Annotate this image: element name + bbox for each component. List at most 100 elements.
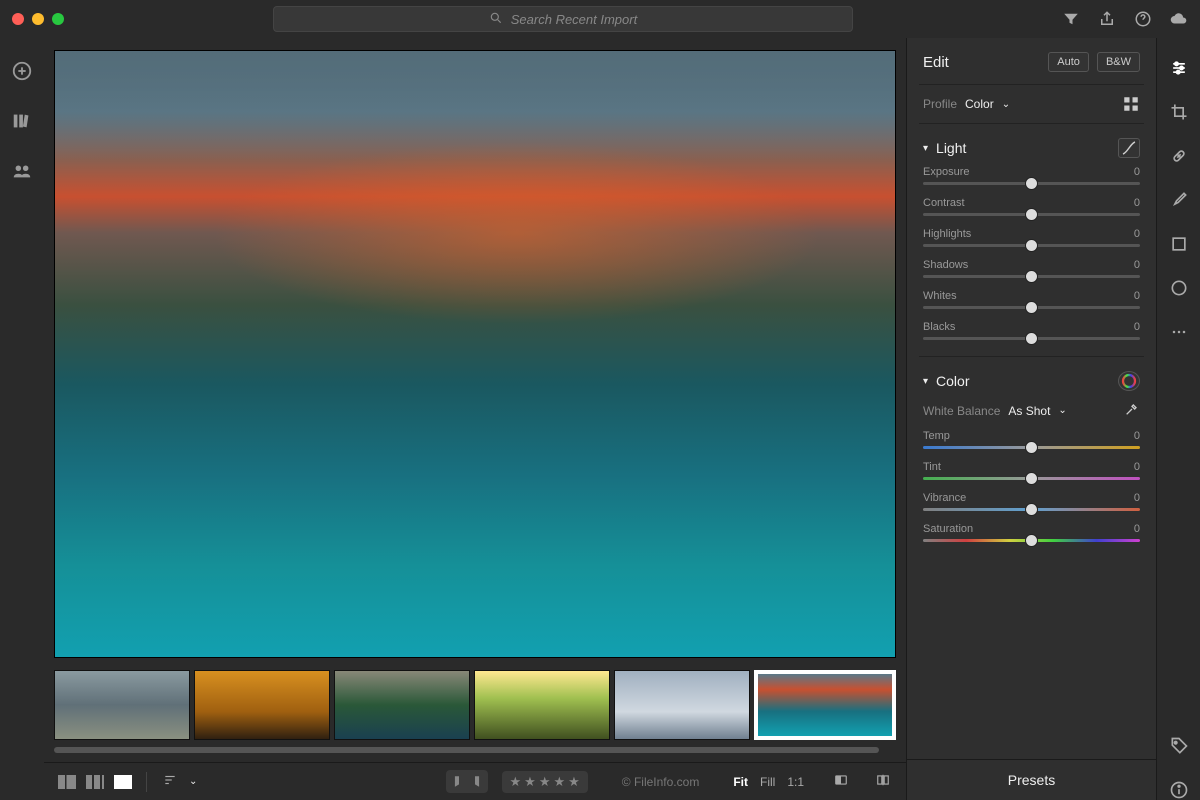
help-icon[interactable]: [1134, 10, 1152, 28]
show-original-icon[interactable]: [832, 773, 850, 790]
slider-label: Exposure: [923, 166, 969, 178]
slider-label: Temp: [923, 430, 950, 442]
slider-track[interactable]: [923, 182, 1140, 185]
detail-view-icon[interactable]: [114, 775, 132, 789]
grid-view-icon[interactable]: [58, 775, 76, 789]
flag-reject-icon[interactable]: [468, 773, 482, 790]
profile-value[interactable]: Color: [965, 97, 994, 111]
slider-track[interactable]: [923, 539, 1140, 542]
cloud-icon[interactable]: [1170, 10, 1188, 28]
compare-icon[interactable]: [874, 773, 892, 790]
thumbnail[interactable]: [334, 670, 470, 740]
star-icon[interactable]: ★: [539, 774, 551, 790]
color-section-toggle[interactable]: ▾ Color: [923, 365, 1140, 397]
filmstrip: [44, 664, 906, 762]
chevron-down-icon[interactable]: ⌄: [1058, 405, 1066, 416]
zoom-fit[interactable]: Fit: [733, 775, 748, 789]
light-section-toggle[interactable]: ▾ Light: [923, 132, 1140, 164]
thumbnail[interactable]: [54, 670, 190, 740]
slider-row: Temp 0: [923, 428, 1140, 459]
slider-knob[interactable]: [1025, 503, 1038, 516]
slider-track[interactable]: [923, 275, 1140, 278]
slider-row: Blacks0: [923, 319, 1140, 350]
slider-value: 0: [1134, 290, 1140, 302]
sort-icon[interactable]: [161, 773, 179, 790]
edit-tool-icon[interactable]: [1169, 58, 1189, 78]
slider-track[interactable]: [923, 337, 1140, 340]
auto-button[interactable]: Auto: [1048, 52, 1089, 72]
slider-knob[interactable]: [1025, 270, 1038, 283]
more-icon[interactable]: [1169, 322, 1189, 342]
slider-value: 0: [1134, 197, 1140, 209]
thumbnail[interactable]: [194, 670, 330, 740]
zoom-1to1[interactable]: 1:1: [787, 775, 804, 789]
crop-tool-icon[interactable]: [1169, 102, 1189, 122]
star-icon[interactable]: ★: [553, 774, 565, 790]
panel-title: Edit: [923, 54, 1040, 71]
slider-knob[interactable]: [1025, 332, 1038, 345]
slider-value: 0: [1134, 430, 1140, 442]
star-icon[interactable]: ★: [510, 774, 522, 790]
slider-knob[interactable]: [1025, 534, 1038, 547]
section-title: Light: [936, 140, 1110, 156]
thumbnail[interactable]: [474, 670, 610, 740]
minimize-window-button[interactable]: [32, 13, 44, 25]
thumbnail-selected[interactable]: [754, 670, 896, 740]
star-icon[interactable]: ★: [524, 774, 536, 790]
keywords-icon[interactable]: [1169, 736, 1189, 756]
my-photos-icon[interactable]: [11, 110, 33, 132]
color-mixer-icon[interactable]: [1118, 371, 1140, 391]
slider-row: Tint0: [923, 459, 1140, 490]
search-icon: [489, 11, 503, 28]
filmstrip-scrollbar[interactable]: [54, 744, 896, 756]
slider-track[interactable]: [923, 508, 1140, 511]
profile-browser-icon[interactable]: [1122, 95, 1140, 113]
share-icon[interactable]: [1098, 10, 1116, 28]
slider-track[interactable]: [923, 244, 1140, 247]
chevron-down-icon[interactable]: ⌄: [1002, 99, 1010, 110]
star-icon[interactable]: ★: [568, 774, 580, 790]
slider-knob[interactable]: [1025, 208, 1038, 221]
info-icon[interactable]: [1169, 780, 1189, 800]
slider-knob[interactable]: [1025, 472, 1038, 485]
slider-knob[interactable]: [1025, 441, 1038, 454]
slider-value: 0: [1134, 166, 1140, 178]
sharing-icon[interactable]: [11, 160, 33, 182]
flag-pick-icon[interactable]: [452, 773, 466, 790]
flag-buttons[interactable]: [446, 770, 488, 793]
zoom-fill[interactable]: Fill: [760, 775, 775, 789]
add-photos-icon[interactable]: [11, 60, 33, 82]
tone-curve-icon[interactable]: [1118, 138, 1140, 158]
healing-tool-icon[interactable]: [1169, 146, 1189, 166]
slider-knob[interactable]: [1025, 239, 1038, 252]
slider-row: Saturation0: [923, 521, 1140, 552]
close-window-button[interactable]: [12, 13, 24, 25]
chevron-down-icon[interactable]: ⌄: [189, 776, 197, 787]
slider-label: Blacks: [923, 321, 955, 333]
white-balance-label: White Balance: [923, 404, 1000, 418]
rating-stars[interactable]: ★ ★ ★ ★ ★: [502, 771, 588, 793]
photo-canvas[interactable]: [44, 38, 906, 664]
slider-value: 0: [1134, 259, 1140, 271]
thumbnail[interactable]: [614, 670, 750, 740]
white-balance-value[interactable]: As Shot: [1008, 404, 1050, 418]
filter-icon[interactable]: [1062, 10, 1080, 28]
slider-track[interactable]: [923, 213, 1140, 216]
radial-gradient-icon[interactable]: [1169, 278, 1189, 298]
slider-track[interactable]: [923, 446, 1140, 449]
fullscreen-window-button[interactable]: [52, 13, 64, 25]
slider-knob[interactable]: [1025, 177, 1038, 190]
eyedropper-icon[interactable]: [1124, 401, 1140, 420]
brush-tool-icon[interactable]: [1169, 190, 1189, 210]
chevron-down-icon: ▾: [923, 376, 928, 387]
edit-panel: Edit Auto B&W Profile Color ⌄ ▾ Light Ex…: [906, 38, 1156, 800]
linear-gradient-icon[interactable]: [1169, 234, 1189, 254]
square-grid-icon[interactable]: [86, 775, 104, 789]
slider-knob[interactable]: [1025, 301, 1038, 314]
slider-track[interactable]: [923, 477, 1140, 480]
search-input[interactable]: Search Recent Import: [273, 6, 853, 32]
slider-track[interactable]: [923, 306, 1140, 309]
bw-button[interactable]: B&W: [1097, 52, 1140, 72]
presets-button[interactable]: Presets: [907, 759, 1156, 800]
slider-value: 0: [1134, 228, 1140, 240]
